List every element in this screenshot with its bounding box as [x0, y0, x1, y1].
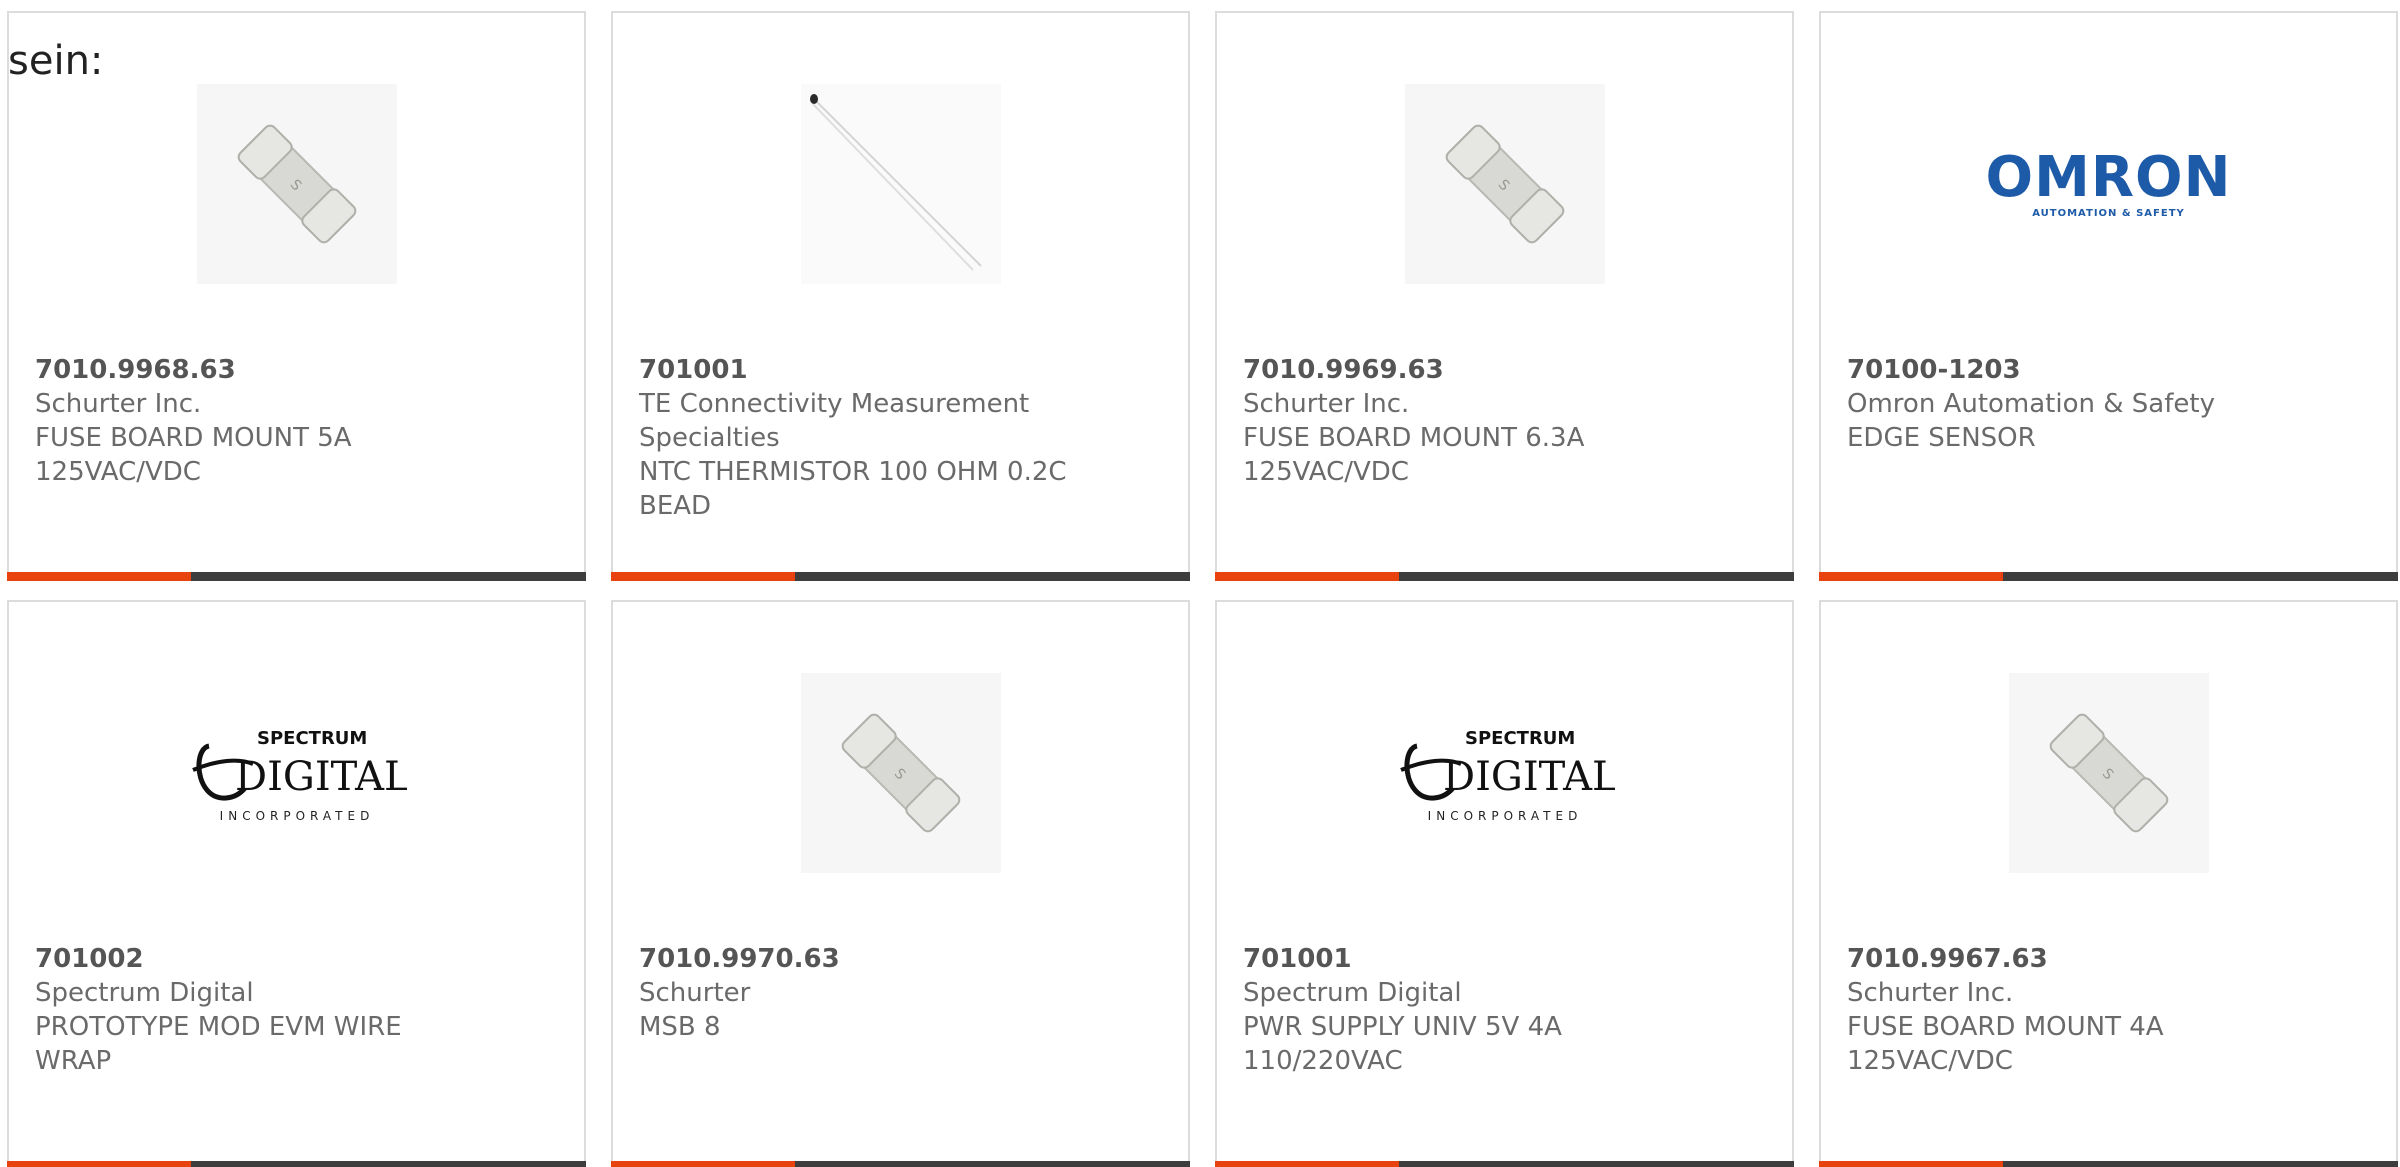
card-bottom-bar: [7, 572, 586, 581]
part-number-link[interactable]: 7010.9967.63: [1847, 942, 2370, 976]
product-image[interactable]: OMRON AUTOMATION & SAFETY: [1821, 84, 2396, 284]
product-card[interactable]: S 7010.9968.63 Schurter Inc. FUSE BOARD …: [7, 11, 586, 581]
product-image[interactable]: S: [1821, 673, 2396, 873]
manufacturer: Schurter Inc.: [1243, 389, 1410, 419]
product-image[interactable]: SPECTRUM DIGITAL INCORPORATED: [1217, 673, 1792, 873]
product-card[interactable]: S 7010.9970.63 Schurter MSB 8: [611, 600, 1190, 1167]
description-line: FUSE BOARD MOUNT 6.3A: [1243, 423, 1585, 453]
part-number-link[interactable]: 701002: [35, 942, 558, 976]
card-accent-bar: [611, 572, 795, 581]
product-card[interactable]: S 7010.9967.63 Schurter Inc. FUSE BOARD …: [1819, 600, 2398, 1167]
logo-text-main: DIGITAL: [235, 754, 407, 800]
manufacturer: Specialties: [639, 423, 780, 453]
product-info: 7010.9969.63 Schurter Inc. FUSE BOARD MO…: [1243, 353, 1766, 489]
card-accent-bar: [611, 1161, 795, 1167]
logo-text: OMRON: [1985, 144, 2232, 210]
description-line: WRAP: [35, 1046, 112, 1076]
logo-text-main: DIGITAL: [1443, 754, 1615, 800]
product-image[interactable]: S: [9, 84, 584, 284]
card-bottom-bar: [7, 1161, 586, 1167]
card-bottom-bar: [611, 1161, 1190, 1167]
description-line: 125VAC/VDC: [1243, 457, 1409, 487]
product-card[interactable]: OMRON AUTOMATION & SAFETY 70100-1203 Omr…: [1819, 11, 2398, 581]
fuse-icon: S: [2008, 673, 2209, 873]
logo-text-top: SPECTRUM: [257, 728, 367, 749]
description-line: PWR SUPPLY UNIV 5V 4A: [1243, 1012, 1562, 1042]
product-image[interactable]: S: [613, 673, 1188, 873]
fuse-icon: S: [1404, 84, 1605, 284]
product-image[interactable]: SPECTRUM DIGITAL INCORPORATED: [9, 673, 584, 873]
product-info: 70100-1203 Omron Automation & Safety EDG…: [1847, 353, 2370, 455]
card-accent-bar: [7, 572, 191, 581]
product-info: 701002 Spectrum Digital PROTOTYPE MOD EV…: [35, 942, 558, 1078]
product-card[interactable]: S 7010.9969.63 Schurter Inc. FUSE BOARD …: [1215, 11, 1794, 581]
manufacturer: Spectrum Digital: [1243, 978, 1462, 1008]
manufacturer: Schurter Inc.: [35, 389, 202, 419]
manufacturer: Spectrum Digital: [35, 978, 254, 1008]
omron-logo-icon: OMRON AUTOMATION & SAFETY: [1985, 144, 2232, 219]
product-info: 7010.9970.63 Schurter MSB 8: [639, 942, 1162, 1044]
description-line: PROTOTYPE MOD EVM WIRE: [35, 1012, 402, 1042]
part-number-link[interactable]: 701001: [1243, 942, 1766, 976]
logo-text-bottom: INCORPORATED: [1427, 809, 1582, 823]
card-bottom-bar: [1215, 572, 1794, 581]
spectrum-digital-logo-icon: SPECTRUM DIGITAL INCORPORATED: [1399, 728, 1615, 823]
part-number-link[interactable]: 70100-1203: [1847, 353, 2370, 387]
logo-text-top: SPECTRUM: [1465, 728, 1575, 749]
logo-text-bottom: INCORPORATED: [219, 809, 374, 823]
description-line: BEAD: [639, 491, 712, 521]
product-info: 701001 TE Connectivity Measurement Speci…: [639, 353, 1162, 523]
manufacturer: Omron Automation & Safety: [1847, 389, 2215, 419]
product-info: 701001 Spectrum Digital PWR SUPPLY UNIV …: [1243, 942, 1766, 1078]
product-card[interactable]: 701001 TE Connectivity Measurement Speci…: [611, 11, 1190, 581]
card-bottom-bar: [1215, 1161, 1794, 1167]
card-accent-bar: [7, 1161, 191, 1167]
description-line: 125VAC/VDC: [1847, 1046, 2013, 1076]
description-line: FUSE BOARD MOUNT 4A: [1847, 1012, 2164, 1042]
fuse-icon: S: [196, 84, 397, 284]
card-accent-bar: [1215, 1161, 1399, 1167]
fuse-icon: S: [800, 673, 1001, 873]
description-line: NTC THERMISTOR 100 OHM 0.2C: [639, 457, 1067, 487]
description-line: FUSE BOARD MOUNT 5A: [35, 423, 352, 453]
description-line: 125VAC/VDC: [35, 457, 201, 487]
description-line: 110/220VAC: [1243, 1046, 1403, 1076]
part-number-link[interactable]: 7010.9970.63: [639, 942, 1162, 976]
manufacturer: Schurter: [639, 978, 751, 1008]
card-accent-bar: [1215, 572, 1399, 581]
manufacturer: TE Connectivity Measurement: [639, 389, 1030, 419]
product-image[interactable]: S: [1217, 84, 1792, 284]
spectrum-digital-logo-icon: SPECTRUM DIGITAL INCORPORATED: [191, 728, 407, 823]
manufacturer: Schurter Inc.: [1847, 978, 2014, 1008]
part-number-link[interactable]: 7010.9968.63: [35, 353, 558, 387]
product-info: 7010.9968.63 Schurter Inc. FUSE BOARD MO…: [35, 353, 558, 489]
description-line: MSB 8: [639, 1012, 721, 1042]
card-bottom-bar: [611, 572, 1190, 581]
intro-text: sein:: [8, 38, 104, 84]
description-line: EDGE SENSOR: [1847, 423, 2036, 453]
product-grid-page: sein: S 7010.9968.63 Schurter Inc. FUSE …: [0, 0, 2400, 1167]
part-number-link[interactable]: 701001: [639, 353, 1162, 387]
product-info: 7010.9967.63 Schurter Inc. FUSE BOARD MO…: [1847, 942, 2370, 1078]
card-bottom-bar: [1819, 572, 2398, 581]
card-accent-bar: [1819, 1161, 2003, 1167]
part-number-link[interactable]: 7010.9969.63: [1243, 353, 1766, 387]
product-image[interactable]: [613, 84, 1188, 284]
product-card[interactable]: SPECTRUM DIGITAL INCORPORATED 701001 Spe…: [1215, 600, 1794, 1167]
card-accent-bar: [1819, 572, 2003, 581]
product-card[interactable]: SPECTRUM DIGITAL INCORPORATED 701002 Spe…: [7, 600, 586, 1167]
card-bottom-bar: [1819, 1161, 2398, 1167]
thermistor-icon: [800, 84, 1001, 284]
